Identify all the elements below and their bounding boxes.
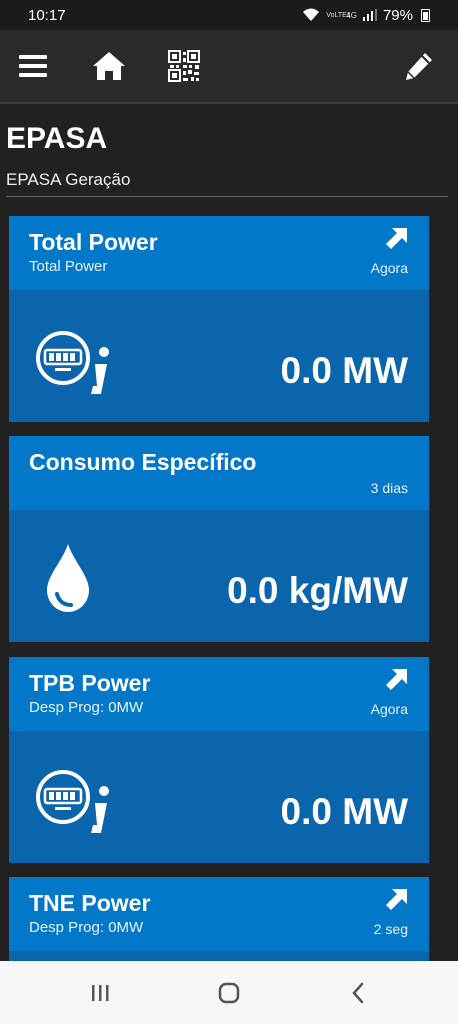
header-divider <box>6 196 448 197</box>
status-time: 10:17 <box>28 6 66 24</box>
home-button[interactable] <box>85 42 133 90</box>
open-arrow-icon[interactable] <box>385 667 409 691</box>
edit-icon <box>406 53 432 80</box>
recent-apps-icon <box>92 985 109 1001</box>
meter-info-icon <box>36 331 109 394</box>
edit-button[interactable] <box>395 42 443 90</box>
page-title: EPASA <box>6 122 108 155</box>
back-chevron-icon <box>352 982 364 1004</box>
status-icons: VoLTE1 4G 79% <box>302 7 430 24</box>
card-tpb-power[interactable]: TPB Power Desp Prog: 0MW Agora 0.0 MW <box>9 657 429 863</box>
home-circle-icon <box>218 982 240 1004</box>
system-nav-bar <box>0 961 458 1024</box>
open-arrow-icon[interactable] <box>385 226 409 250</box>
signal-icon <box>362 9 377 21</box>
card-header: Total Power Total Power Agora <box>9 216 429 290</box>
status-bar: 10:17 VoLTE1 4G 79% <box>0 0 458 30</box>
card-subtitle: Desp Prog: 0MW <box>29 699 144 716</box>
open-arrow-icon[interactable] <box>385 887 409 911</box>
meter-info-icon <box>36 770 109 833</box>
card-title: TPB Power <box>29 670 151 696</box>
home-icon <box>93 52 125 80</box>
card-value: 0.0 MW <box>280 350 408 391</box>
home-nav-button[interactable] <box>209 975 249 1011</box>
card-title: Consumo Específico <box>29 449 257 475</box>
battery-icon <box>421 8 430 22</box>
card-timestamp: Agora <box>370 260 408 276</box>
menu-icon <box>19 55 47 77</box>
card-total-power[interactable]: Total Power Total Power Agora 0.0 MW <box>9 216 429 422</box>
card-timestamp: 3 dias <box>370 480 408 496</box>
qr-code-button[interactable] <box>160 42 208 90</box>
card-title: Total Power <box>29 229 158 255</box>
card-consumo-especifico[interactable]: Consumo Específico 3 dias 0.0 kg/MW <box>9 436 429 642</box>
wifi-icon <box>303 8 320 21</box>
card-timestamp: Agora <box>370 701 408 717</box>
card-value: 0.0 MW <box>280 791 408 832</box>
recent-apps-button[interactable] <box>80 975 120 1011</box>
card-title: TNE Power <box>29 890 151 916</box>
card-subtitle: Total Power <box>29 258 108 275</box>
network-type: 4G <box>346 10 357 20</box>
back-button[interactable] <box>338 975 378 1011</box>
card-subtitle: Desp Prog: 0MW <box>29 919 144 936</box>
battery-percent: 79% <box>382 6 413 24</box>
qr-code-icon <box>168 50 200 82</box>
card-timestamp: 2 seg <box>373 921 408 937</box>
menu-button[interactable] <box>9 42 57 90</box>
card-header: TNE Power Desp Prog: 0MW 2 seg <box>9 877 429 951</box>
card-header: TPB Power Desp Prog: 0MW Agora <box>9 657 429 731</box>
card-value: 0.0 kg/MW <box>227 570 408 611</box>
page-subtitle: EPASA Geração <box>6 170 131 189</box>
water-drop-icon <box>47 544 89 612</box>
network-label: VoLTE1 <box>326 11 351 19</box>
app-toolbar <box>0 30 458 104</box>
card-header: Consumo Específico 3 dias <box>9 436 429 510</box>
card-tne-power[interactable]: TNE Power Desp Prog: 0MW 2 seg <box>9 877 429 961</box>
